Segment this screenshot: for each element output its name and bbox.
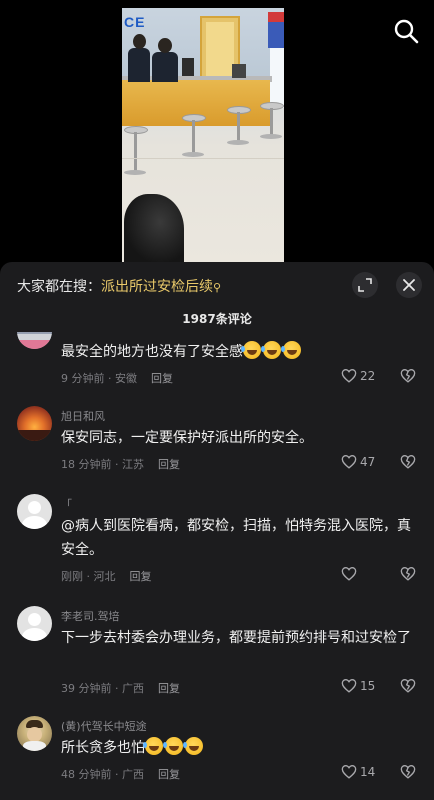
reply-button[interactable]: 回复 [151, 372, 173, 385]
video-officer-left-head [133, 34, 146, 49]
video-wall-poster-top [268, 12, 284, 22]
broken-heart-icon[interactable] [400, 764, 416, 779]
video-monitor [182, 58, 194, 76]
like-button[interactable]: 14 [341, 764, 375, 779]
hot-search-bar[interactable]: 大家都在搜：派出所过安检后续⚲ [17, 276, 221, 296]
hot-search-prefix: 大家都在搜： [17, 279, 101, 295]
laughing-tears-emoji-icon [241, 341, 261, 359]
laughing-tears-emoji-icon [143, 737, 163, 755]
like-button[interactable]: 15 [341, 678, 375, 693]
comment-meta: 刚刚 · 河北 回复 [61, 568, 152, 584]
comment-time-location: 48 分钟前 · 广西 [61, 768, 144, 781]
video-device [232, 64, 246, 78]
broken-heart-icon[interactable] [400, 368, 416, 383]
video-frame[interactable]: CE [122, 8, 284, 262]
reply-button[interactable]: 回复 [158, 768, 180, 781]
close-button[interactable] [396, 272, 422, 298]
reply-button[interactable]: 回复 [158, 682, 180, 695]
video-stool-base [124, 170, 146, 175]
like-count: 15 [360, 678, 376, 693]
comment-username[interactable]: (黄)代驾长中短途 [61, 718, 147, 734]
comment-meta: 48 分钟前 · 广西 回复 [61, 766, 180, 782]
comment-avatar[interactable] [17, 406, 52, 441]
hot-search-keyword[interactable]: 派出所过安检后续 [101, 279, 213, 295]
video-stool-base [227, 140, 249, 145]
comment-text-content: 最安全的地方也没有了安全感 [61, 344, 243, 360]
laughing-tears-emoji-icon [261, 341, 281, 359]
search-icon[interactable] [393, 18, 419, 44]
comment-count: 1987条评论 [182, 312, 252, 326]
comment-text-content: 所长贪多也怕 [61, 740, 145, 756]
comment-time-location: 9 分钟前 · 安徽 [61, 372, 137, 385]
comment-sheet-header: 大家都在搜：派出所过安检后续⚲ [0, 262, 434, 312]
video-stool-leg [192, 120, 195, 154]
video-stool-base [182, 152, 204, 157]
video-window [270, 48, 284, 108]
video-police-sign: CE [124, 14, 146, 30]
video-stool-leg [134, 132, 137, 172]
like-button[interactable]: 22 [341, 368, 375, 383]
like-button[interactable]: 47 [341, 454, 375, 469]
comment-meta: 39 分钟前 · 广西 回复 [61, 680, 180, 696]
comment-text: @病人到医院看病，都安检，扫描，怕特务混入医院，真安全。 [61, 518, 411, 558]
heart-icon [341, 679, 357, 693]
video-officer-left [128, 48, 150, 82]
comment-meta: 9 分钟前 · 安徽 回复 [61, 370, 173, 386]
comment-time-location: 刚刚 · 河北 [61, 570, 116, 583]
comment-username[interactable]: 李老司.驾培 [61, 608, 120, 624]
heart-icon [341, 455, 357, 469]
heart-icon [341, 369, 357, 383]
comment-username[interactable]: 旭日和风 [61, 408, 105, 424]
comment-avatar[interactable] [17, 494, 52, 529]
video-stool-leg [270, 108, 273, 136]
reply-button[interactable]: 回复 [130, 570, 152, 583]
broken-heart-icon[interactable] [400, 454, 416, 469]
like-count: 14 [360, 764, 376, 779]
video-officer-right-head [158, 38, 172, 53]
broken-heart-icon[interactable] [400, 566, 416, 581]
like-button[interactable] [341, 566, 360, 581]
comment-time-location: 39 分钟前 · 广西 [61, 682, 144, 695]
video-stool-base [260, 134, 282, 139]
comment-username[interactable]: 「 [61, 496, 72, 512]
comment-meta: 18 分钟前 · 江苏 回复 [61, 456, 180, 472]
like-count: 47 [360, 454, 376, 469]
close-icon [403, 279, 415, 291]
video-player[interactable]: CE [0, 0, 434, 262]
comment-list[interactable]: 最安全的地方也没有了安全感 9 分钟前 · 安徽 回复 22 旭日和风 保安同志，… [0, 332, 434, 800]
comment-time-location: 18 分钟前 · 江苏 [61, 458, 144, 471]
video-stool-leg [237, 112, 240, 142]
laughing-tears-emoji-icon [183, 737, 203, 755]
heart-icon [341, 567, 357, 581]
video-foreground-object [124, 194, 184, 262]
video-officer-right [152, 52, 178, 82]
expand-button[interactable] [352, 272, 378, 298]
expand-icon [358, 278, 372, 292]
comment-text: 最安全的地方也没有了安全感 [61, 340, 411, 364]
laughing-tears-emoji-icon [163, 737, 183, 755]
comment-text: 所长贪多也怕 [61, 736, 411, 760]
heart-icon [341, 765, 357, 779]
video-floor-line [122, 158, 284, 159]
comment-avatar[interactable] [17, 716, 52, 751]
comment-text: 下一步去村委会办理业务，都要提前预约排号和过安检了 [61, 630, 411, 646]
comment-text: 保安同志，一定要保护好派出所的安全。 [61, 430, 313, 446]
broken-heart-icon[interactable] [400, 678, 416, 693]
like-count: 22 [360, 368, 376, 383]
comment-avatar[interactable] [17, 332, 52, 349]
comment-avatar[interactable] [17, 606, 52, 641]
hot-search-keyword-icon: ⚲ [213, 281, 222, 294]
laughing-tears-emoji-icon [281, 341, 301, 359]
reply-button[interactable]: 回复 [158, 458, 180, 471]
comment-sheet: 大家都在搜：派出所过安检后续⚲ 1987条评论 最安全的地方也没有了安全感 9 … [0, 262, 434, 800]
